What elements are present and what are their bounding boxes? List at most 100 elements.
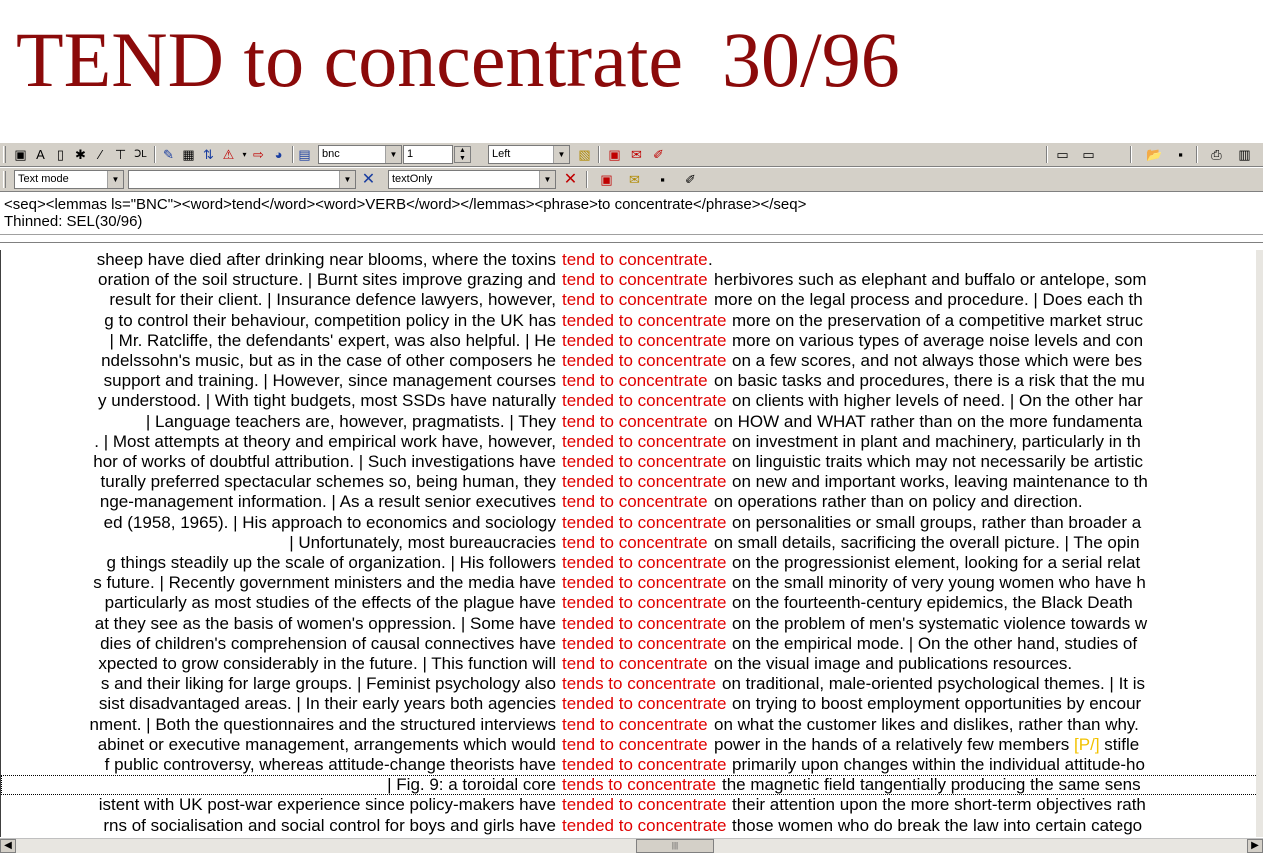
concordance-line[interactable]: | Fig. 9: a toroidal core tends to concen…: [1, 775, 1263, 796]
concordance-line[interactable]: g to control their behaviour, competitio…: [1, 311, 1263, 331]
edit-icon[interactable]: ✎: [160, 146, 177, 163]
query-xml: <seq><lemmas ls="BNC"><word>tend</word><…: [4, 196, 807, 213]
sort-az-icon[interactable]: ⇅: [200, 146, 217, 163]
new-icon[interactable]: ▣: [598, 171, 615, 188]
concordance-line[interactable]: | Unfortunately, most bureaucracies tend …: [1, 533, 1263, 553]
save-query-icon[interactable]: ▣: [606, 146, 623, 163]
right-context: .: [708, 250, 713, 270]
view-text-icon[interactable]: ▭: [1054, 146, 1071, 163]
view-db-icon[interactable]: ▭: [1080, 146, 1097, 163]
keyword: tend to concentrate: [562, 411, 708, 431]
chevron-down-icon[interactable]: ▼: [553, 146, 569, 163]
align-select[interactable]: Left ▼: [488, 145, 570, 164]
clipboard-icon[interactable]: ▯: [52, 146, 69, 163]
edit-icon[interactable]: ✐: [682, 171, 699, 188]
concordance-line[interactable]: nge-management information. | As a resul…: [1, 492, 1263, 512]
right-context: the magnetic field tangentially producin…: [722, 775, 1141, 795]
database-icon[interactable]: ▤: [296, 146, 313, 163]
chevron-down-icon[interactable]: ▼: [539, 171, 555, 188]
concordance-line[interactable]: particularly as most studies of the effe…: [1, 593, 1263, 613]
concordance-line[interactable]: s future. | Recently government minister…: [1, 573, 1263, 593]
concordance-line[interactable]: turally preferred spectacular schemes so…: [1, 472, 1263, 492]
print-icon[interactable]: ⎙: [1208, 146, 1225, 163]
edit-query-icon[interactable]: ✐: [650, 146, 667, 163]
concordance-line[interactable]: oration of the soil structure. | Burnt s…: [1, 270, 1263, 290]
concordance-line[interactable]: rns of socialisation and social control …: [1, 816, 1263, 836]
right-context-text: more on various types of average noise l…: [732, 330, 1144, 350]
display-select[interactable]: textOnly ▼: [388, 170, 556, 189]
concordance-line[interactable]: xpected to grow considerably in the futu…: [1, 654, 1263, 674]
concordance-line[interactable]: | Mr. Ratcliffe, the defendants' expert,…: [1, 331, 1263, 351]
concordance-list[interactable]: sheep have died after drinking near bloo…: [0, 250, 1263, 837]
save-icon[interactable]: ▪: [654, 171, 671, 188]
cursor-icon[interactable]: ▣: [12, 146, 29, 163]
chevron-down-icon[interactable]: ▼: [339, 171, 355, 188]
scroll-thumb[interactable]: |||: [636, 839, 714, 853]
keyword: tended to concentrate: [562, 512, 727, 532]
export-icon[interactable]: ⇨: [250, 146, 267, 163]
filter-select[interactable]: ▼: [128, 170, 356, 189]
collocation-icon[interactable]: ꓛL: [132, 146, 149, 163]
concordance-line[interactable]: support and training. | However, since m…: [1, 371, 1263, 391]
left-context: istent with UK post-war experience since…: [98, 795, 556, 815]
concordance-line[interactable]: s and their liking for large groups. | F…: [1, 674, 1263, 694]
asterisk-icon[interactable]: ✱: [72, 146, 89, 163]
font-icon[interactable]: A: [32, 146, 49, 163]
right-context: on personalities or small groups, rather…: [732, 513, 1141, 533]
left-context: sheep have died after drinking near bloo…: [96, 250, 556, 269]
right-context-text: on the problem of men's systematic viole…: [732, 613, 1148, 633]
warning-icon[interactable]: ⚠: [220, 146, 237, 163]
concordance-line[interactable]: | Language teachers are, however, pragma…: [1, 412, 1263, 432]
concordance-line[interactable]: result for their client. | Insurance def…: [1, 290, 1263, 310]
panels-icon[interactable]: ▥: [1236, 146, 1253, 163]
concordance-line[interactable]: sist disadvantaged areas. | In their ear…: [1, 694, 1263, 714]
toolbar-grip[interactable]: [3, 171, 6, 188]
concordance-line[interactable]: sheep have died after drinking near bloo…: [1, 250, 1263, 270]
right-context-text: on small details, sacrificing the overal…: [714, 532, 1140, 552]
right-context: more on the preservation of a competitiv…: [732, 311, 1143, 331]
concordance-line[interactable]: istent with UK post-war experience since…: [1, 795, 1263, 815]
concordance-line[interactable]: at they see as the basis of women's oppr…: [1, 614, 1263, 634]
right-context: on investment in plant and machinery, pa…: [732, 432, 1141, 452]
concordance-line[interactable]: . | Most attempts at theory and empirica…: [1, 432, 1263, 452]
toolbar-separator: [292, 146, 294, 163]
corpus-select[interactable]: bnc ▼: [318, 145, 402, 164]
query-display[interactable]: <seq><lemmas ls="BNC"><word>tend</word><…: [0, 193, 1263, 235]
concordance-line[interactable]: abinet or executive management, arrangem…: [1, 735, 1263, 755]
wildcard-icon[interactable]: ⁄: [92, 146, 109, 163]
folder-open-icon[interactable]: ✉: [626, 171, 643, 188]
concordance-line[interactable]: y understood. | With tight budgets, most…: [1, 391, 1263, 411]
right-context-text: on personalities or small groups, rather…: [732, 512, 1142, 532]
mode-select[interactable]: Text mode ▼: [14, 170, 124, 189]
folder-open-icon[interactable]: 📂: [1146, 146, 1163, 163]
slide-title: TEND to concentrate 30/96: [16, 16, 900, 103]
chart-icon[interactable]: ◕: [270, 146, 287, 163]
concordance-line[interactable]: f public controversy, whereas attitude-c…: [1, 755, 1263, 775]
concordance-line[interactable]: nment. | Both the questionnaires and the…: [1, 715, 1263, 735]
concordance-line[interactable]: g things steadily up the scale of organi…: [1, 553, 1263, 573]
vertical-scrollbar[interactable]: [1256, 250, 1263, 837]
number-field[interactable]: 1: [403, 145, 453, 164]
concordance-line[interactable]: dies of children's comprehension of caus…: [1, 634, 1263, 654]
keyword: tend to concentrate: [562, 250, 708, 269]
scroll-right-icon[interactable]: ▶: [1247, 839, 1263, 853]
pane-splitter[interactable]: [0, 235, 1263, 243]
concordance-line[interactable]: ndelssohn's music, but as in the case of…: [1, 351, 1263, 371]
table-icon[interactable]: ▦: [180, 146, 197, 163]
horizontal-scrollbar[interactable]: ◀ ||| ▶: [0, 838, 1263, 853]
chevron-down-icon[interactable]: ▼: [385, 146, 401, 163]
save-icon[interactable]: ▪: [1172, 146, 1189, 163]
close-icon[interactable]: ✕: [562, 171, 579, 188]
concordance-line[interactable]: hor of works of doubtful attribution. | …: [1, 452, 1263, 472]
chevron-down-icon[interactable]: ▼: [107, 171, 123, 188]
highlight-icon[interactable]: ▧: [576, 146, 593, 163]
scroll-left-icon[interactable]: ◀: [0, 839, 16, 853]
toolbar-grip[interactable]: [3, 146, 6, 163]
concordancer-window: ▣ A ▯ ✱ ⁄ ⊤ ꓛL ✎ ▦ ⇅ ⚠ ▾ ⇨ ◕ ▤ bnc ▼ 1 ▲…: [0, 142, 1263, 853]
concordance-line[interactable]: ed (1958, 1965). | His approach to econo…: [1, 513, 1263, 533]
number-spinner[interactable]: ▲ ▼: [454, 146, 471, 163]
tree-icon[interactable]: ⊤: [112, 146, 129, 163]
open-query-icon[interactable]: ✉: [628, 146, 645, 163]
clear-filter-icon[interactable]: ✕: [360, 171, 377, 188]
right-context: those women who do break the law into ce…: [732, 816, 1142, 836]
